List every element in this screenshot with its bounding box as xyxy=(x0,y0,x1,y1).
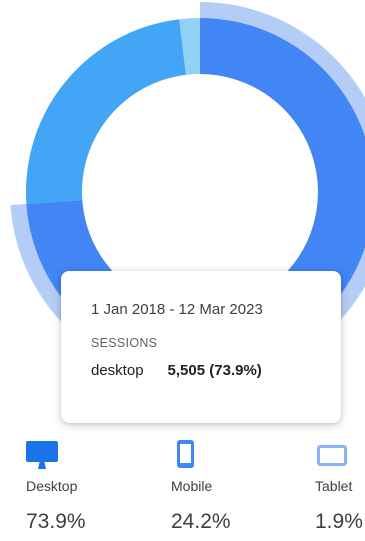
mobile-icon xyxy=(171,438,271,474)
legend-pct-desktop: 73.9% xyxy=(26,510,86,533)
tablet-icon xyxy=(315,438,365,474)
slice-mobile[interactable] xyxy=(26,19,186,205)
tooltip-row: desktop 5,505 (73.9%) xyxy=(91,362,341,379)
device-legend: Desktop 73.9% Mobile 24.2% Tablet 1.9% xyxy=(0,438,365,541)
legend-pct-mobile: 24.2% xyxy=(171,510,231,533)
legend-label-mobile: Mobile xyxy=(171,478,213,494)
chart-tooltip: 1 Jan 2018 - 12 Mar 2023 SESSIONS deskto… xyxy=(61,271,341,423)
legend-label-desktop: Desktop xyxy=(26,478,78,494)
tooltip-value: 5,505 (73.9%) xyxy=(167,362,262,379)
tooltip-metric-label: SESSIONS xyxy=(91,336,158,350)
legend-item-mobile[interactable]: Mobile 24.2% xyxy=(171,438,271,534)
legend-item-desktop[interactable]: Desktop 73.9% xyxy=(26,438,126,534)
legend-item-tablet[interactable]: Tablet 1.9% xyxy=(315,438,365,534)
legend-pct-tablet: 1.9% xyxy=(315,510,363,533)
legend-label-tablet: Tablet xyxy=(315,478,353,494)
desktop-icon xyxy=(26,438,126,474)
tooltip-date-range: 1 Jan 2018 - 12 Mar 2023 xyxy=(91,301,263,318)
tooltip-category: desktop xyxy=(91,362,144,379)
